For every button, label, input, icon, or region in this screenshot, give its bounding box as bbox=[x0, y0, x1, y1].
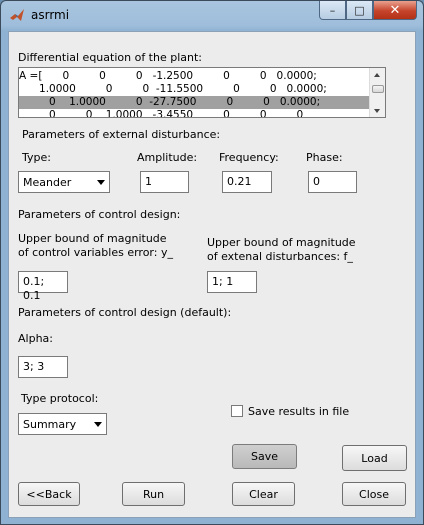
save-button[interactable]: Save bbox=[232, 444, 297, 469]
frequency-input[interactable]: 0.21 bbox=[222, 171, 272, 193]
minimize-button[interactable]: – bbox=[319, 1, 346, 20]
close-button[interactable]: Close bbox=[342, 482, 406, 506]
protocol-type-select[interactable]: Summary bbox=[18, 413, 107, 435]
list-item[interactable]: 1.0000 0 0 -11.5500 0 0 0.0000; bbox=[19, 83, 371, 96]
type-label: Type: bbox=[22, 151, 51, 164]
plant-list-scrollbar[interactable] bbox=[369, 68, 385, 117]
plant-equation-list[interactable]: A =[ 0 0 0 -1.2500 0 0 0.0000; 1.0000 0 … bbox=[18, 67, 386, 118]
close-window-button[interactable]: ✕ bbox=[373, 1, 417, 20]
phase-label: Phase: bbox=[306, 151, 343, 164]
close-icon: ✕ bbox=[389, 2, 401, 18]
disturbance-bound-input[interactable]: 1; 1 bbox=[207, 271, 257, 293]
list-item[interactable]: A =[ 0 0 0 -1.2500 0 0 0.0000; bbox=[19, 70, 371, 83]
matlab-icon bbox=[10, 9, 24, 21]
disturbance-bound-label-line2: of extenal disturbances: f_ bbox=[207, 250, 353, 263]
control-error-input[interactable]: 0.1; 0.1 bbox=[18, 271, 68, 302]
amplitude-input[interactable]: 1 bbox=[140, 171, 189, 193]
scroll-thumb[interactable] bbox=[372, 85, 384, 93]
disturbance-type-value: Meander bbox=[23, 176, 72, 189]
maximize-icon: □ bbox=[354, 3, 365, 17]
maximize-button[interactable]: □ bbox=[346, 1, 373, 20]
save-results-label: Save results in file bbox=[248, 405, 350, 418]
protocol-type-value: Summary bbox=[23, 418, 77, 431]
disturbance-bound-label-line1: Upper bound of magnitude bbox=[207, 236, 356, 249]
plant-heading: Differential equation of the plant: bbox=[18, 51, 203, 64]
save-results-checkbox[interactable] bbox=[231, 405, 243, 417]
minimize-icon: – bbox=[329, 3, 336, 17]
default-design-heading: Parameters of control design (default): bbox=[18, 306, 232, 319]
scroll-up-icon[interactable] bbox=[374, 73, 380, 77]
type-protocol-label: Type protocol: bbox=[21, 392, 99, 405]
frequency-label: Frequency: bbox=[219, 151, 279, 164]
alpha-label: Alpha: bbox=[18, 332, 53, 345]
list-item-selected[interactable]: 0 1.0000 0 -27.7500 0 0 0.0000; bbox=[19, 96, 371, 109]
disturbance-type-select[interactable]: Meander bbox=[18, 171, 110, 193]
clear-button[interactable]: Clear bbox=[232, 482, 295, 506]
app-window: asrrmi – □ ✕ Differential equation of th… bbox=[0, 0, 424, 525]
scroll-down-icon[interactable] bbox=[374, 109, 380, 113]
alpha-input[interactable]: 3; 3 bbox=[18, 356, 68, 378]
error-label-line1: Upper bound of magnitude bbox=[18, 232, 167, 245]
list-item[interactable]: 0 0 1.0000 -3.4550 0 0 0 bbox=[19, 109, 371, 117]
chevron-down-icon[interactable] bbox=[94, 422, 102, 427]
dialog-body: Differential equation of the plant: A =[… bbox=[8, 31, 416, 518]
window-controls: – □ ✕ bbox=[319, 1, 417, 21]
control-heading: Parameters of control design: bbox=[18, 208, 181, 221]
back-button[interactable]: <<Back bbox=[18, 482, 80, 506]
window-title: asrrmi bbox=[31, 8, 70, 22]
chevron-down-icon[interactable] bbox=[97, 180, 105, 185]
phase-input[interactable]: 0 bbox=[308, 171, 357, 193]
title-bar[interactable]: asrrmi – □ ✕ bbox=[1, 1, 423, 31]
error-label-line2: of control variables error: y_ bbox=[18, 246, 173, 259]
amplitude-label: Amplitude: bbox=[137, 151, 198, 164]
run-button[interactable]: Run bbox=[122, 482, 185, 506]
disturbance-heading: Parameters of external disturbance: bbox=[22, 128, 221, 141]
load-button[interactable]: Load bbox=[342, 445, 407, 471]
